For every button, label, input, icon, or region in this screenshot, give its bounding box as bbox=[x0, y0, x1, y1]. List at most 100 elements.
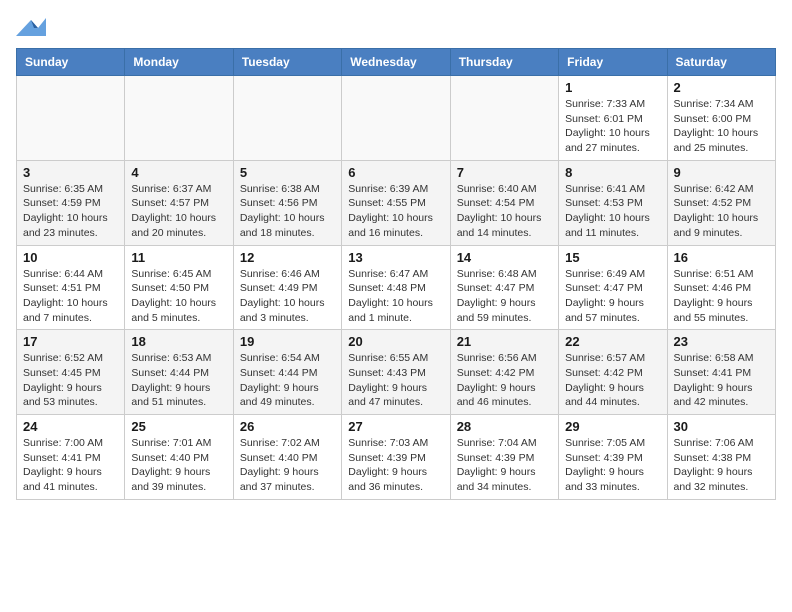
day-info: Sunrise: 7:34 AM Sunset: 6:00 PM Dayligh… bbox=[674, 97, 769, 156]
day-info: Sunrise: 6:41 AM Sunset: 4:53 PM Dayligh… bbox=[565, 182, 660, 241]
day-info: Sunrise: 6:44 AM Sunset: 4:51 PM Dayligh… bbox=[23, 267, 118, 326]
day-info: Sunrise: 6:57 AM Sunset: 4:42 PM Dayligh… bbox=[565, 351, 660, 410]
calendar-cell: 21 Sunrise: 6:56 AM Sunset: 4:42 PM Dayli… bbox=[450, 330, 558, 415]
day-number: 11 bbox=[131, 250, 226, 265]
calendar-cell: 7 Sunrise: 6:40 AM Sunset: 4:54 PM Daylig… bbox=[450, 160, 558, 245]
calendar-cell: 17Sunrise: 6:52 AM Sunset: 4:45 PM Dayli… bbox=[17, 330, 125, 415]
calendar-header-monday: Monday bbox=[125, 49, 233, 76]
calendar-header-thursday: Thursday bbox=[450, 49, 558, 76]
day-number: 19 bbox=[240, 334, 335, 349]
calendar-cell: 13Sunrise: 6:47 AM Sunset: 4:48 PM Dayli… bbox=[342, 245, 450, 330]
day-number: 9 bbox=[674, 165, 769, 180]
day-info: Sunrise: 6:58 AM Sunset: 4:41 PM Dayligh… bbox=[674, 351, 769, 410]
day-info: Sunrise: 7:04 AM Sunset: 4:39 PM Dayligh… bbox=[457, 436, 552, 495]
day-number: 3 bbox=[23, 165, 118, 180]
calendar-cell bbox=[233, 76, 341, 161]
calendar-cell: 22 Sunrise: 6:57 AM Sunset: 4:42 PM Dayli… bbox=[559, 330, 667, 415]
day-info: Sunrise: 7:33 AM Sunset: 6:01 PM Dayligh… bbox=[565, 97, 660, 156]
day-info: Sunrise: 7:00 AM Sunset: 4:41 PM Dayligh… bbox=[23, 436, 118, 495]
calendar-cell: 10Sunrise: 6:44 AM Sunset: 4:51 PM Dayli… bbox=[17, 245, 125, 330]
calendar-cell: 19 Sunrise: 6:54 AM Sunset: 4:44 PM Dayli… bbox=[233, 330, 341, 415]
day-number: 15 bbox=[565, 250, 660, 265]
calendar-cell: 20 Sunrise: 6:55 AM Sunset: 4:43 PM Dayli… bbox=[342, 330, 450, 415]
day-number: 26 bbox=[240, 419, 335, 434]
day-number: 5 bbox=[240, 165, 335, 180]
calendar-cell: 24 Sunrise: 7:00 AM Sunset: 4:41 PM Dayli… bbox=[17, 415, 125, 500]
day-info: Sunrise: 6:48 AM Sunset: 4:47 PM Dayligh… bbox=[457, 267, 552, 326]
calendar-cell: 26 Sunrise: 7:02 AM Sunset: 4:40 PM Dayli… bbox=[233, 415, 341, 500]
day-info: Sunrise: 7:05 AM Sunset: 4:39 PM Dayligh… bbox=[565, 436, 660, 495]
calendar-header-wednesday: Wednesday bbox=[342, 49, 450, 76]
calendar-cell: 30 Sunrise: 7:06 AM Sunset: 4:38 PM Dayli… bbox=[667, 415, 775, 500]
calendar-cell: 16Sunrise: 6:51 AM Sunset: 4:46 PM Dayli… bbox=[667, 245, 775, 330]
calendar-header-tuesday: Tuesday bbox=[233, 49, 341, 76]
calendar-table: SundayMondayTuesdayWednesdayThursdayFrid… bbox=[16, 48, 776, 500]
calendar-week-3: 10Sunrise: 6:44 AM Sunset: 4:51 PM Dayli… bbox=[17, 245, 776, 330]
day-info: Sunrise: 6:54 AM Sunset: 4:44 PM Dayligh… bbox=[240, 351, 335, 410]
calendar-cell: 1Sunrise: 7:33 AM Sunset: 6:01 PM Daylig… bbox=[559, 76, 667, 161]
day-number: 22 bbox=[565, 334, 660, 349]
calendar-cell: 25 Sunrise: 7:01 AM Sunset: 4:40 PM Dayli… bbox=[125, 415, 233, 500]
calendar-cell bbox=[17, 76, 125, 161]
day-info: Sunrise: 6:37 AM Sunset: 4:57 PM Dayligh… bbox=[131, 182, 226, 241]
day-number: 7 bbox=[457, 165, 552, 180]
day-number: 18 bbox=[131, 334, 226, 349]
day-number: 20 bbox=[348, 334, 443, 349]
calendar-week-4: 17Sunrise: 6:52 AM Sunset: 4:45 PM Dayli… bbox=[17, 330, 776, 415]
calendar-week-1: 1Sunrise: 7:33 AM Sunset: 6:01 PM Daylig… bbox=[17, 76, 776, 161]
calendar-week-2: 3 Sunrise: 6:35 AM Sunset: 4:59 PM Daylig… bbox=[17, 160, 776, 245]
calendar-cell: 28 Sunrise: 7:04 AM Sunset: 4:39 PM Dayli… bbox=[450, 415, 558, 500]
day-number: 23 bbox=[674, 334, 769, 349]
calendar-header-saturday: Saturday bbox=[667, 49, 775, 76]
logo bbox=[16, 16, 50, 40]
day-number: 4 bbox=[131, 165, 226, 180]
day-number: 13 bbox=[348, 250, 443, 265]
calendar-cell: 14 Sunrise: 6:48 AM Sunset: 4:47 PM Dayli… bbox=[450, 245, 558, 330]
calendar-header-sunday: Sunday bbox=[17, 49, 125, 76]
day-number: 6 bbox=[348, 165, 443, 180]
calendar-cell bbox=[342, 76, 450, 161]
calendar-cell: 9 Sunrise: 6:42 AM Sunset: 4:52 PM Daylig… bbox=[667, 160, 775, 245]
calendar-cell bbox=[125, 76, 233, 161]
day-info: Sunrise: 6:42 AM Sunset: 4:52 PM Dayligh… bbox=[674, 182, 769, 241]
calendar-cell: 3 Sunrise: 6:35 AM Sunset: 4:59 PM Daylig… bbox=[17, 160, 125, 245]
calendar-cell: 4 Sunrise: 6:37 AM Sunset: 4:57 PM Daylig… bbox=[125, 160, 233, 245]
day-number: 30 bbox=[674, 419, 769, 434]
day-number: 2 bbox=[674, 80, 769, 95]
day-info: Sunrise: 6:56 AM Sunset: 4:42 PM Dayligh… bbox=[457, 351, 552, 410]
calendar-cell: 8Sunrise: 6:41 AM Sunset: 4:53 PM Daylig… bbox=[559, 160, 667, 245]
day-info: Sunrise: 7:02 AM Sunset: 4:40 PM Dayligh… bbox=[240, 436, 335, 495]
calendar-cell: 11 Sunrise: 6:45 AM Sunset: 4:50 PM Dayli… bbox=[125, 245, 233, 330]
calendar-cell: 15 Sunrise: 6:49 AM Sunset: 4:47 PM Dayli… bbox=[559, 245, 667, 330]
calendar-cell: 6Sunrise: 6:39 AM Sunset: 4:55 PM Daylig… bbox=[342, 160, 450, 245]
logo-icon bbox=[16, 16, 46, 40]
calendar-cell: 27 Sunrise: 7:03 AM Sunset: 4:39 PM Dayli… bbox=[342, 415, 450, 500]
day-info: Sunrise: 6:49 AM Sunset: 4:47 PM Dayligh… bbox=[565, 267, 660, 326]
calendar-cell: 12Sunrise: 6:46 AM Sunset: 4:49 PM Dayli… bbox=[233, 245, 341, 330]
page-header bbox=[16, 16, 776, 40]
day-number: 21 bbox=[457, 334, 552, 349]
day-number: 25 bbox=[131, 419, 226, 434]
day-info: Sunrise: 7:03 AM Sunset: 4:39 PM Dayligh… bbox=[348, 436, 443, 495]
day-number: 27 bbox=[348, 419, 443, 434]
day-number: 17 bbox=[23, 334, 118, 349]
day-number: 14 bbox=[457, 250, 552, 265]
calendar-cell: 5 Sunrise: 6:38 AM Sunset: 4:56 PM Daylig… bbox=[233, 160, 341, 245]
calendar-week-5: 24 Sunrise: 7:00 AM Sunset: 4:41 PM Dayli… bbox=[17, 415, 776, 500]
day-number: 24 bbox=[23, 419, 118, 434]
day-info: Sunrise: 6:35 AM Sunset: 4:59 PM Dayligh… bbox=[23, 182, 118, 241]
calendar-cell: 29 Sunrise: 7:05 AM Sunset: 4:39 PM Dayli… bbox=[559, 415, 667, 500]
day-info: Sunrise: 6:46 AM Sunset: 4:49 PM Dayligh… bbox=[240, 267, 335, 326]
calendar-cell: 2 Sunrise: 7:34 AM Sunset: 6:00 PM Daylig… bbox=[667, 76, 775, 161]
day-info: Sunrise: 6:40 AM Sunset: 4:54 PM Dayligh… bbox=[457, 182, 552, 241]
day-number: 29 bbox=[565, 419, 660, 434]
calendar-cell bbox=[450, 76, 558, 161]
day-info: Sunrise: 7:01 AM Sunset: 4:40 PM Dayligh… bbox=[131, 436, 226, 495]
day-info: Sunrise: 7:06 AM Sunset: 4:38 PM Dayligh… bbox=[674, 436, 769, 495]
day-info: Sunrise: 6:38 AM Sunset: 4:56 PM Dayligh… bbox=[240, 182, 335, 241]
calendar-header-friday: Friday bbox=[559, 49, 667, 76]
day-info: Sunrise: 6:55 AM Sunset: 4:43 PM Dayligh… bbox=[348, 351, 443, 410]
calendar-cell: 18Sunrise: 6:53 AM Sunset: 4:44 PM Dayli… bbox=[125, 330, 233, 415]
day-info: Sunrise: 6:45 AM Sunset: 4:50 PM Dayligh… bbox=[131, 267, 226, 326]
day-number: 28 bbox=[457, 419, 552, 434]
